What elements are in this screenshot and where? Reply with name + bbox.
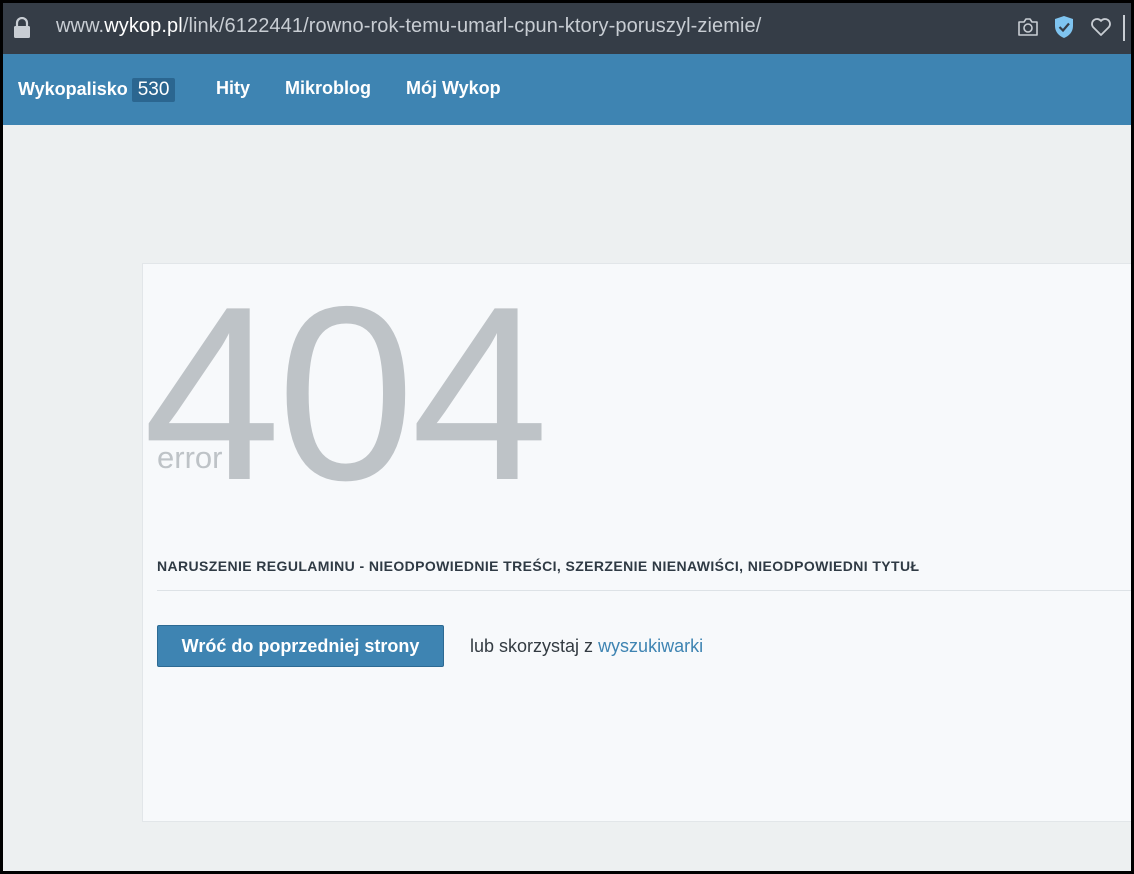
error-card: 404 error NARUSZENIE REGULAMINU - NIEODP… — [142, 263, 1131, 822]
count-badge: 530 — [131, 78, 176, 102]
alternative-text: lub skorzystaj z wyszukiwarki — [470, 636, 703, 657]
alternative-prefix: lub skorzystaj z — [470, 636, 594, 656]
error-code: 404 — [143, 254, 549, 532]
url-prefix: www. — [56, 15, 105, 37]
shield-check-icon[interactable] — [1054, 15, 1074, 39]
url-field[interactable]: www.wykop.pl/link/6122441/rowno-rok-temu… — [56, 15, 761, 38]
lock-icon — [14, 17, 30, 38]
search-link[interactable]: wyszukiwarki — [598, 636, 703, 656]
error-label: error — [157, 442, 226, 473]
error-reason: NARUSZENIE REGULAMINU - NIEODPOWIEDNIE T… — [157, 558, 920, 574]
browser-window: www.wykop.pl/link/6122441/rowno-rok-temu… — [3, 3, 1131, 871]
nav-item-label: Wykopalisko — [18, 79, 128, 99]
camera-icon[interactable] — [1017, 17, 1039, 37]
nav-item-hity[interactable]: Hity — [216, 78, 250, 99]
back-button[interactable]: Wróć do poprzedniej strony — [157, 625, 444, 667]
nav-item-moj-wykop[interactable]: Mój Wykop — [406, 78, 501, 99]
toolbar-separator — [1123, 15, 1125, 41]
heart-icon[interactable] — [1090, 17, 1112, 37]
url-domain: wykop.pl — [104, 15, 183, 37]
nav-item-mikroblog[interactable]: Mikroblog — [285, 78, 371, 99]
nav-item-wykopalisko[interactable]: Wykopalisko 530 — [18, 78, 176, 102]
url-path: /link/6122441/rowno-rok-temu-umarl-cpun-… — [182, 15, 762, 37]
site-navbar: Wykopalisko 530 Hity Mikroblog Mój Wykop — [3, 54, 1131, 125]
divider — [157, 590, 1131, 591]
address-bar: www.wykop.pl/link/6122441/rowno-rok-temu… — [3, 3, 1131, 54]
